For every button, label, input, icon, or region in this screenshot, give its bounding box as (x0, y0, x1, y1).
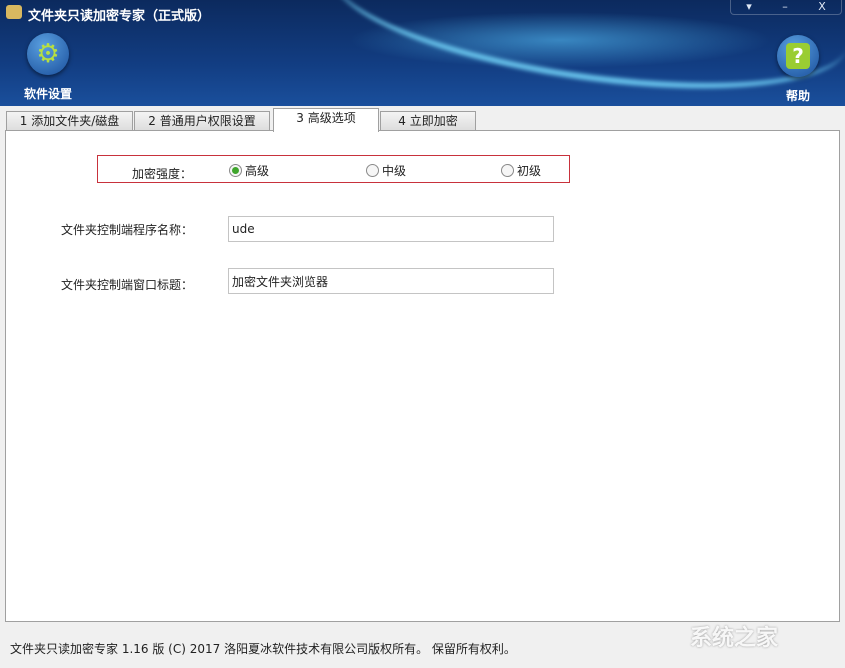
header-decoration (323, 0, 845, 106)
help-button[interactable]: ? 帮助 (775, 35, 821, 104)
program-name-label: 文件夹控制端程序名称： (61, 221, 193, 238)
radio-strength-low[interactable]: 初级 (501, 162, 541, 179)
radio-unchecked-icon (501, 164, 514, 177)
software-settings-button[interactable]: ⚙ 软件设置 (20, 33, 76, 102)
help-label: 帮助 (775, 87, 821, 104)
encryption-strength-group: 加密强度： 高级 中级 初级 (97, 155, 570, 183)
app-icon (6, 5, 22, 19)
tab-add-folder[interactable]: 1 添加文件夹/磁盘 (6, 111, 133, 131)
radio-unchecked-icon (366, 164, 379, 177)
radio-strength-medium[interactable]: 中级 (366, 162, 406, 179)
radio-checked-icon (229, 164, 242, 177)
tab-user-permissions[interactable]: 2 普通用户权限设置 (134, 111, 270, 131)
program-name-input[interactable] (228, 216, 554, 242)
window-title-label: 文件夹控制端窗口标题： (61, 276, 193, 293)
window-title-input[interactable] (228, 268, 554, 294)
window-title: 文件夹只读加密专家（正式版） (28, 5, 210, 24)
copyright-text: 文件夹只读加密专家 1.16 版 (C) 2017 洛阳夏冰软件技术有限公司版权… (10, 640, 516, 657)
close-button[interactable]: X (818, 0, 826, 14)
radio-strength-high[interactable]: 高级 (229, 162, 269, 179)
app-header: 文件夹只读加密专家（正式版） ▾ – X ⚙ 软件设置 ? 帮助 (0, 0, 845, 106)
tab-encrypt-now[interactable]: 4 立即加密 (380, 111, 476, 131)
tab-bar: 1 添加文件夹/磁盘 2 普通用户权限设置 3 高级选项 4 立即加密 (0, 106, 845, 131)
radio-label: 高级 (245, 162, 269, 179)
radio-label: 中级 (382, 162, 406, 179)
help-icon: ? (777, 35, 819, 77)
advanced-options-panel: 加密强度： 高级 中级 初级 文件夹控制端程序名称： 文件夹控制端窗口标题： (5, 130, 840, 622)
settings-label: 软件设置 (20, 85, 76, 102)
menu-dropdown-button[interactable]: ▾ (746, 0, 752, 14)
window-controls: ▾ – X (730, 0, 842, 15)
watermark: 系统之家 (690, 620, 778, 652)
encryption-strength-label: 加密强度： (132, 165, 192, 182)
gear-icon: ⚙ (27, 33, 69, 75)
minimize-button[interactable]: – (782, 0, 788, 14)
tab-advanced-options[interactable]: 3 高级选项 (273, 108, 379, 132)
radio-label: 初级 (517, 162, 541, 179)
